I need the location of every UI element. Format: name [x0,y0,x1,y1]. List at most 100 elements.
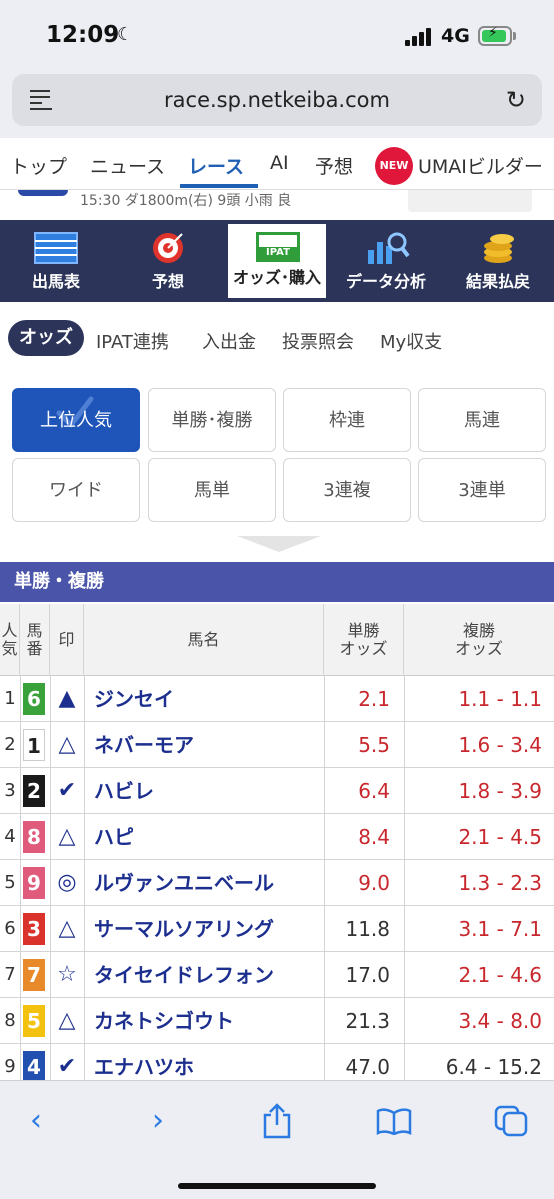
bet-type-win-place[interactable]: 単勝･複勝 [148,388,276,452]
coins-icon [484,234,514,263]
bet-type-wide[interactable]: ワイド [12,458,140,522]
win-odds-cell[interactable]: 5.5 [324,722,404,768]
column-divider [84,906,85,952]
prediction-mark[interactable]: △ [50,722,84,768]
column-divider [20,676,21,722]
submenu-ipat-link[interactable]: IPAT連携 [96,328,169,354]
win-odds-cell[interactable]: 21.3 [324,998,404,1044]
bet-type-bracket[interactable]: 枠連 [283,388,411,452]
win-odds-cell[interactable]: 2.1 [324,676,404,722]
column-divider [20,768,21,814]
table-row: 2 1 △ ネバーモア 5.5 1.6 - 3.4 [0,722,554,768]
tab-top[interactable]: トップ [10,152,67,179]
horse-number-badge: 8 [23,821,45,853]
menu-results[interactable]: 結果払戻 [442,220,554,302]
horse-name-link[interactable]: ネバーモア [94,722,194,768]
prediction-mark[interactable]: △ [50,906,84,952]
menu-prediction[interactable]: 予想 [112,220,224,302]
table-row: 8 5 △ カネトシゴウト 21.3 3.4 - 8.0 [0,998,554,1044]
tab-prediction[interactable]: 予想 [315,152,353,179]
place-odds-cell[interactable]: 1.8 - 3.9 [404,768,554,814]
bet-type-trio[interactable]: 3連複 [283,458,411,522]
prediction-mark[interactable]: ▲ [50,676,84,722]
bet-type-quinella[interactable]: 馬連 [418,388,546,452]
horse-name-link[interactable]: ハビレ [94,768,154,814]
win-odds-cell[interactable]: 6.4 [324,768,404,814]
share-icon[interactable] [262,1103,292,1139]
submenu-my-balance[interactable]: My収支 [380,328,442,354]
bookmarks-icon[interactable] [376,1107,412,1135]
forward-icon[interactable]: › [152,1103,164,1138]
column-divider [84,768,85,814]
tabs-icon[interactable] [494,1105,528,1137]
horse-name-link[interactable]: タイセイドレフォン [94,952,274,998]
prediction-mark[interactable]: △ [50,814,84,860]
win-odds-cell[interactable]: 17.0 [324,952,404,998]
tab-ai[interactable]: AI [270,152,289,174]
battery-icon: ⚡ [478,25,512,46]
prediction-mark[interactable]: ☆ [50,952,84,998]
bet-type-exacta[interactable]: 馬単 [148,458,276,522]
horse-name-link[interactable]: カネトシゴウト [94,998,234,1044]
table-row: 4 8 △ ハピ 8.4 2.1 - 4.5 [0,814,554,860]
horse-number-badge: 4 [23,1051,45,1083]
horse-name-link[interactable]: サーマルソアリング [94,906,274,952]
menu-data-analysis[interactable]: データ分析 [330,220,442,302]
target-icon [153,233,183,263]
horse-name-link[interactable]: ルヴァンユニベール [94,860,274,906]
column-divider [20,860,21,906]
win-odds-cell[interactable]: 11.8 [324,906,404,952]
horse-number-badge: 6 [23,683,45,715]
race-icon-menu: 出馬表 予想 IPAT オッズ･購入 データ分析 結果払戻 [0,220,554,302]
prediction-mark[interactable]: ✔ [50,768,84,814]
back-icon[interactable]: ‹ [30,1103,42,1138]
win-odds-cell[interactable]: 8.4 [324,814,404,860]
horse-name-link[interactable]: ハピ [94,814,134,860]
table-row: 1 6 ▲ ジンセイ 2.1 1.1 - 1.1 [0,676,554,722]
race-info-button[interactable] [408,190,532,212]
horse-number-badge: 5 [23,1005,45,1037]
popularity-cell: 5 [4,872,16,893]
place-odds-cell[interactable]: 2.1 - 4.5 [404,814,554,860]
url-text[interactable]: race.sp.netkeiba.com [12,88,542,112]
column-divider [20,952,21,998]
tab-umai-builder[interactable]: UMAIビルダー [418,152,543,179]
column-divider [20,998,21,1044]
prediction-mark[interactable]: △ [50,998,84,1044]
reload-icon[interactable]: ↻ [506,86,526,114]
tab-race[interactable]: レース [188,152,244,179]
submenu-vote-inquiry[interactable]: 投票照会 [282,328,354,354]
horse-number-badge: 2 [23,775,45,807]
column-divider [84,676,85,722]
menu-data-analysis-label: データ分析 [345,272,426,291]
prediction-mark[interactable]: ◎ [50,860,84,906]
place-odds-cell[interactable]: 1.6 - 3.4 [404,722,554,768]
moon-icon: ☾ [117,24,134,45]
place-odds-cell[interactable]: 1.3 - 2.3 [404,860,554,906]
bet-type-top-popular[interactable]: 上位人気 [12,388,140,452]
menu-odds-purchase[interactable]: IPAT オッズ･購入 [226,222,328,300]
race-label-shape [18,190,68,196]
address-bar[interactable]: race.sp.netkeiba.com ↻ [12,74,542,126]
header-horse-name: 馬名 [84,604,324,676]
horse-number-badge: 3 [23,913,45,945]
submenu-deposit[interactable]: 入出金 [202,328,256,354]
win-odds-cell[interactable]: 9.0 [324,860,404,906]
menu-entry-table[interactable]: 出馬表 [0,220,112,302]
column-divider [20,906,21,952]
place-odds-cell[interactable]: 2.1 - 4.6 [404,952,554,998]
place-odds-cell[interactable]: 3.4 - 8.0 [404,998,554,1044]
submenu-odds[interactable]: オッズ [8,320,84,356]
entry-table-icon [34,232,78,264]
bet-type-trifecta[interactable]: 3連単 [418,458,546,522]
browser-address-area: race.sp.netkeiba.com ↻ [0,66,554,138]
header-number: 馬 番 [20,604,50,676]
column-divider [20,814,21,860]
place-odds-cell[interactable]: 3.1 - 7.1 [404,906,554,952]
header-mark: 印 [50,604,84,676]
tab-news[interactable]: ニュース [90,152,165,179]
horse-name-link[interactable]: ジンセイ [94,676,174,722]
place-odds-cell[interactable]: 1.1 - 1.1 [404,676,554,722]
menu-results-label: 結果払戻 [465,272,530,291]
odds-sub-menu: オッズ IPAT連携 入出金 投票照会 My収支 [0,318,554,362]
